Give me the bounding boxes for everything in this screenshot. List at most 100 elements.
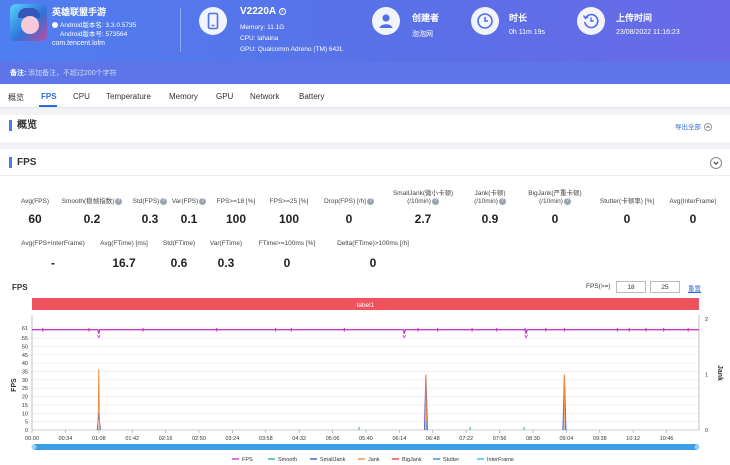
zoom-handle-left[interactable] [31, 444, 37, 450]
divider [0, 175, 730, 176]
note-label: 备注: [10, 70, 27, 77]
jank-spike [97, 368, 101, 431]
note-input[interactable]: 添加备注，不超过200个字符 [28, 68, 117, 78]
tab-active-indicator [39, 105, 57, 107]
fps-marker [545, 327, 547, 332]
y-ticks: 615550454035302520151050 [22, 326, 28, 434]
creator-label: 创建者 [412, 13, 440, 23]
y-tick-label: 45 [22, 353, 28, 359]
y2-tick-label: 1 [705, 373, 708, 379]
help-icon[interactable]: ? [431, 198, 439, 205]
reset-button[interactable]: 重置 [688, 283, 701, 293]
threshold-label: FPS(>=) [586, 283, 611, 290]
fps-marker [216, 327, 218, 332]
chart-legend: FPS Smooth SmallJank Jank BigJank Stutter Inte… [232, 457, 514, 463]
tab-bar: 概览 FPS CPU Temperature Memory GPU Networ… [0, 86, 730, 108]
fps-dip-marker [524, 334, 528, 339]
note-bar: 备注: 添加备注，不超过200个字符 [0, 62, 730, 84]
y-tick-label: 5 [25, 420, 28, 426]
fps-marker [496, 327, 498, 332]
export-all-button[interactable]: 导出全部 [675, 121, 712, 132]
legend-label: Stutter [443, 457, 459, 463]
x-tick-label: 03:58 [259, 436, 273, 442]
info-icon[interactable]: i [278, 7, 286, 15]
chart-grid [31, 315, 700, 433]
metric-label-text: (/10min) [407, 198, 431, 206]
zoom-slider[interactable] [32, 444, 699, 450]
zoom-handle-right[interactable] [694, 444, 700, 450]
fps-dip-marker [96, 334, 101, 339]
device-cpu: CPU: lahaina [240, 35, 279, 42]
metric-label: FTime>=100ms [%] [237, 240, 337, 248]
tab-temperature[interactable]: Temperature [106, 92, 151, 101]
y-tick-label: 30 [22, 378, 28, 384]
divider [180, 8, 181, 52]
threshold-input-1[interactable] [616, 281, 646, 293]
help-icon[interactable]: ? [563, 198, 571, 205]
fps-marker [290, 327, 292, 332]
tab-battery[interactable]: Battery [299, 92, 324, 101]
spacer [0, 108, 730, 115]
fps-marker [663, 327, 665, 332]
x-tick-label: 01:42 [125, 436, 139, 442]
creator-value: 泡泡网 [412, 31, 433, 38]
fps-dip-marker [402, 334, 407, 339]
tab-fps[interactable]: FPS [41, 92, 57, 101]
fps-marker [471, 327, 473, 332]
tab-overview[interactable]: 概览 [8, 92, 24, 103]
fps-marker [628, 327, 630, 332]
metric-value: 0 [345, 212, 353, 226]
x-tick-label: 04:32 [292, 436, 306, 442]
legend-label: Jank [368, 457, 380, 463]
upload-label: 上传时间 [616, 13, 653, 23]
metric-label-text: (/10min) [474, 198, 498, 206]
fps-marker [275, 327, 277, 332]
legend-label: SmallJank [320, 457, 346, 463]
x-tick-label: 06:14 [393, 436, 407, 442]
threshold-input-2[interactable] [650, 281, 680, 293]
fps-marker [524, 327, 526, 332]
collapse-toggle[interactable] [710, 157, 722, 169]
metric-label-text: Jank(卡顿) [474, 190, 506, 197]
x-tick-label: 09:04 [560, 436, 574, 442]
tab-cpu[interactable]: CPU [73, 92, 90, 101]
export-all-label: 导出全部 [675, 124, 701, 131]
spacer [0, 142, 730, 149]
legend-label: BigJank [402, 457, 422, 463]
tab-network[interactable]: Network [250, 92, 279, 101]
chart-title: FPS [12, 283, 28, 292]
x-tick-label: 06:48 [426, 436, 440, 442]
metric-label-text: Delta(FTime)>100ms [/h] [337, 240, 409, 247]
duration-value: 0h 11m 19s [509, 29, 546, 36]
y-tick-label: 61 [22, 326, 28, 332]
smooth-mark [358, 427, 360, 430]
tab-gpu[interactable]: GPU [216, 92, 233, 101]
fps-marker [563, 327, 566, 332]
x-ticks: 00:00 00:34 01:08 01:42 02:16 02:50 03:24 03:58… [25, 436, 673, 442]
metric-label-text: BigJank(严重卡顿) [528, 190, 582, 197]
fps-marker [616, 327, 619, 332]
metric-value: 0 [689, 212, 697, 226]
y2-tick-label: 0 [705, 428, 708, 434]
history-icon [577, 7, 605, 35]
legend-label: Smooth [278, 457, 297, 463]
x-tick-label: 07:56 [493, 436, 507, 442]
metric-label-text: Drop(FPS) [/h] [324, 198, 366, 206]
phone-icon [199, 7, 227, 35]
metric-label-text: (/10min) [539, 198, 563, 206]
y-tick-label: 35 [22, 369, 28, 375]
fps-marker [417, 327, 419, 332]
chevron-down-icon [713, 161, 719, 165]
y2-axis-label: Jank [716, 365, 723, 381]
y-tick-label: 25 [22, 386, 28, 392]
metric-value: 0 [369, 256, 377, 270]
app-name: 英雄联盟手游 [52, 7, 107, 17]
x-tick-label: 05:06 [326, 436, 340, 442]
clock-icon [471, 7, 499, 35]
tab-memory[interactable]: Memory [169, 92, 198, 101]
fps-section-title: FPS [9, 157, 36, 168]
y-tick-label: 50 [22, 344, 28, 350]
app-package: com.tencent.lolm [52, 40, 105, 47]
metric-value: 0 [551, 212, 559, 226]
device-model: V2220A [240, 6, 276, 17]
